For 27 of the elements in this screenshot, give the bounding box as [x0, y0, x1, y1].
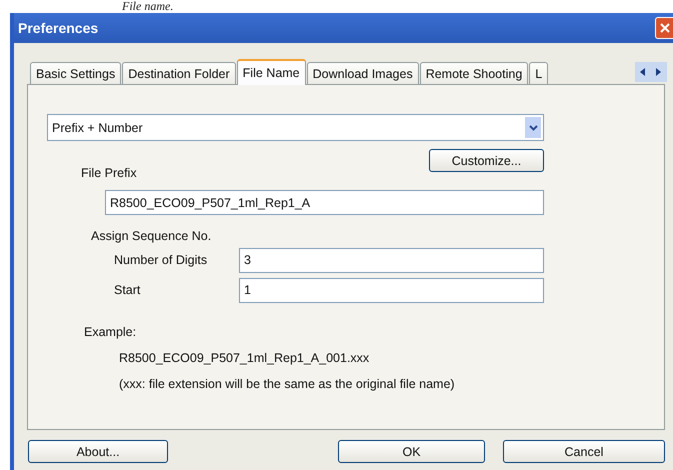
input-field[interactable]: 3: [239, 248, 544, 272]
figure-caption: File name.: [122, 0, 174, 13]
tab[interactable]: Destination Folder: [122, 62, 236, 84]
input-field[interactable]: 1: [239, 278, 544, 302]
tab[interactable]: Remote Shooting: [420, 62, 528, 84]
tab[interactable]: L: [529, 62, 548, 84]
section-label: Assign Sequence No.: [91, 229, 212, 243]
dialog-button[interactable]: Cancel: [503, 440, 665, 463]
close-button[interactable]: [655, 17, 673, 39]
example-note: (xxx: file extension will be the same as the original file name): [119, 377, 455, 391]
close-icon: [660, 23, 670, 33]
example-filename: R8500_ECO09_P507_1ml_Rep1_A_001.xxx: [119, 351, 370, 365]
file-prefix-label: File Prefix: [81, 166, 137, 180]
example-label: Example:: [84, 325, 136, 339]
file-prefix-field[interactable]: R8500_ECO09_P507_1ml_Rep1_A: [105, 190, 544, 215]
scroll-left-icon[interactable]: [640, 68, 646, 76]
tab[interactable]: Basic Settings: [30, 62, 122, 84]
field-label: Number of Digits: [114, 253, 208, 267]
customize-button[interactable]: Customize...: [429, 149, 544, 172]
naming-dropdown[interactable]: Prefix + Number: [47, 114, 544, 141]
dialog-button[interactable]: OK: [338, 440, 485, 463]
window-title: Preferences: [17, 20, 98, 36]
tab[interactable]: Download Images: [306, 62, 419, 84]
field-label: Start: [114, 283, 142, 297]
tab[interactable]: File Name: [236, 59, 306, 85]
scroll-right-icon[interactable]: [656, 68, 662, 76]
dialog-button[interactable]: About...: [28, 440, 168, 463]
